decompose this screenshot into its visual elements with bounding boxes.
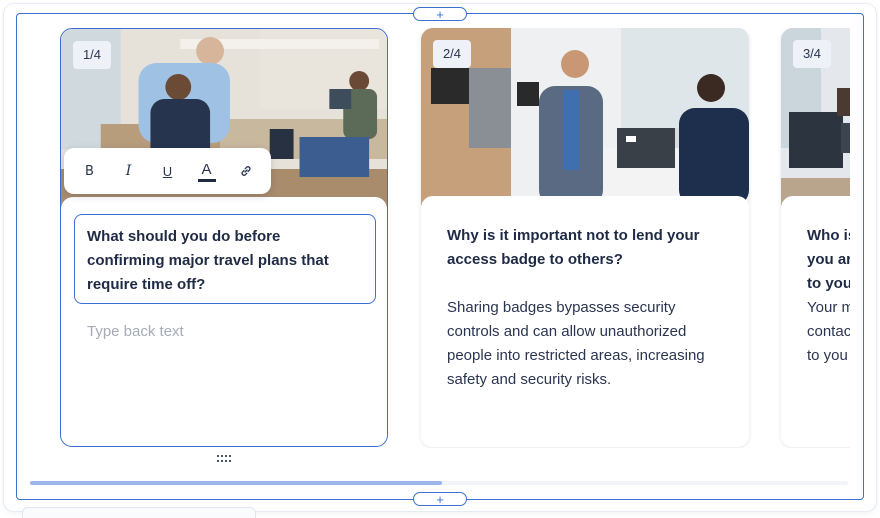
next-block-edge: [22, 507, 256, 518]
front-text[interactable]: What should you do before confirming maj…: [87, 225, 357, 297]
front-text-field[interactable]: What should you do before confirming maj…: [74, 214, 376, 304]
front-text[interactable]: Why is it important not to lend your acc…: [447, 224, 729, 272]
link-button[interactable]: [234, 159, 258, 183]
flashcard-1[interactable]: 1/4 What should you do before confirming…: [60, 28, 388, 447]
horizontal-scroll-thumb[interactable]: [30, 481, 442, 485]
card-counter: 1/4: [73, 41, 111, 69]
add-block-above-button[interactable]: +: [413, 7, 467, 21]
card-body: Why is it important not to lend your acc…: [421, 196, 749, 447]
card-image-workstation: 3/4: [781, 28, 850, 206]
back-text[interactable]: Your m contac to you: [807, 296, 850, 368]
front-text[interactable]: Who is you ar to you: [807, 224, 850, 296]
plus-icon: +: [436, 492, 444, 507]
flashcard-3[interactable]: 3/4 Who is you ar to you Your m contac t…: [781, 28, 850, 447]
text-color-swatch: [197, 178, 216, 182]
underline-button[interactable]: U: [156, 159, 180, 183]
back-text-field[interactable]: Type back text: [87, 323, 184, 340]
card-counter: 3/4: [793, 40, 831, 68]
card-body: What should you do before confirming maj…: [61, 197, 387, 446]
flashcard-2[interactable]: 2/4 Why is it important not to lend your…: [421, 28, 749, 447]
card-body: Who is you ar to you Your m contac to yo…: [781, 196, 850, 447]
link-icon: [240, 166, 251, 176]
text-color-button[interactable]: A: [195, 159, 219, 183]
text-format-toolbar: B I U A: [64, 148, 271, 194]
add-block-below-button[interactable]: +: [413, 492, 467, 506]
back-text[interactable]: Sharing badges bypasses security control…: [447, 296, 729, 392]
text-color-label: A: [201, 160, 212, 178]
plus-icon: +: [436, 7, 444, 22]
bold-button[interactable]: B: [78, 159, 102, 183]
card-image-security-desk: 2/4: [421, 28, 749, 206]
card-counter: 2/4: [433, 40, 471, 68]
italic-button[interactable]: I: [117, 159, 141, 183]
flashcard-track: 1/4 What should you do before confirming…: [60, 28, 850, 448]
drag-handle-icon[interactable]: [217, 455, 233, 463]
